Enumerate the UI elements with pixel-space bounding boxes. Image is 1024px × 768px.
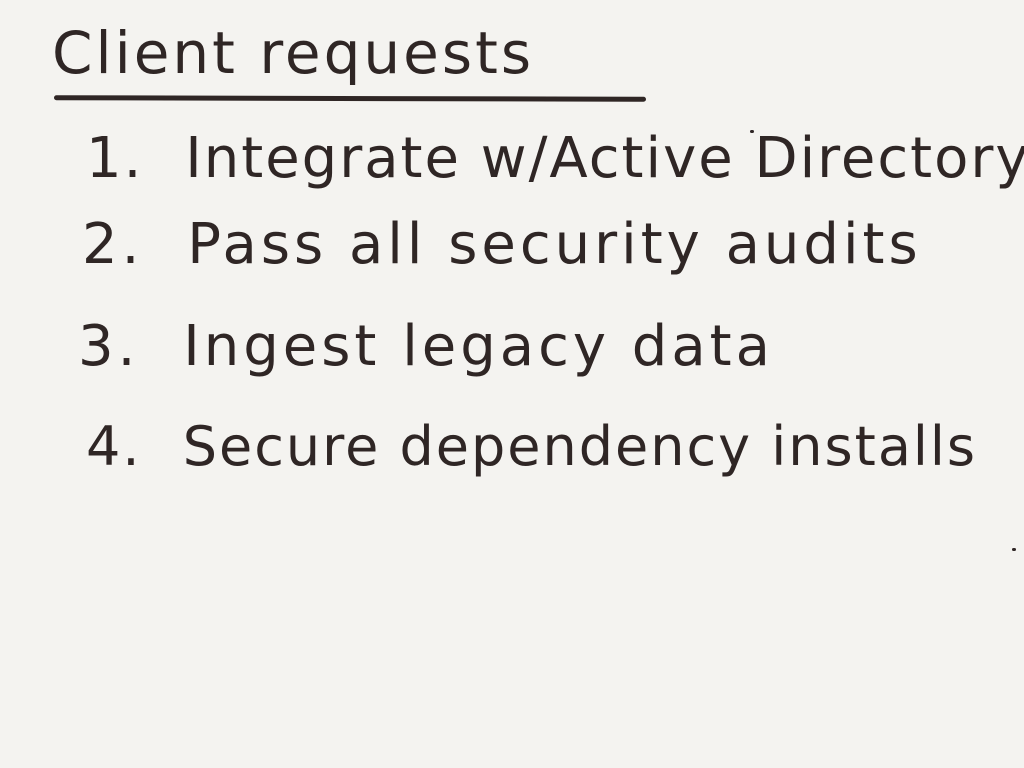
request-text-2: Pass all security audits — [187, 212, 922, 277]
request-number-2: 2. — [82, 212, 144, 277]
ink-dot — [1012, 548, 1016, 551]
request-number-1: 1. — [86, 126, 144, 191]
whiteboard-canvas: Client requests 1. Integrate w/Active Di… — [0, 0, 1024, 768]
request-item-3: 3. Ingest legacy data — [78, 314, 774, 380]
request-list: 1. Integrate w/Active Directory 2. Pass … — [0, 0, 1024, 768]
ink-dot — [750, 130, 754, 133]
request-item-4: 4. Secure dependency installs — [86, 414, 977, 480]
request-item-2: 2. Pass all security audits — [82, 212, 922, 278]
request-text-4: Secure dependency installs — [182, 415, 978, 478]
request-number-3: 3. — [78, 314, 140, 379]
request-text-3: Ingest legacy data — [183, 314, 774, 379]
request-number-4: 4. — [86, 415, 142, 478]
request-item-1: 1. Integrate w/Active Directory — [86, 126, 1024, 192]
request-text-1: Integrate w/Active Directory — [185, 126, 1024, 191]
